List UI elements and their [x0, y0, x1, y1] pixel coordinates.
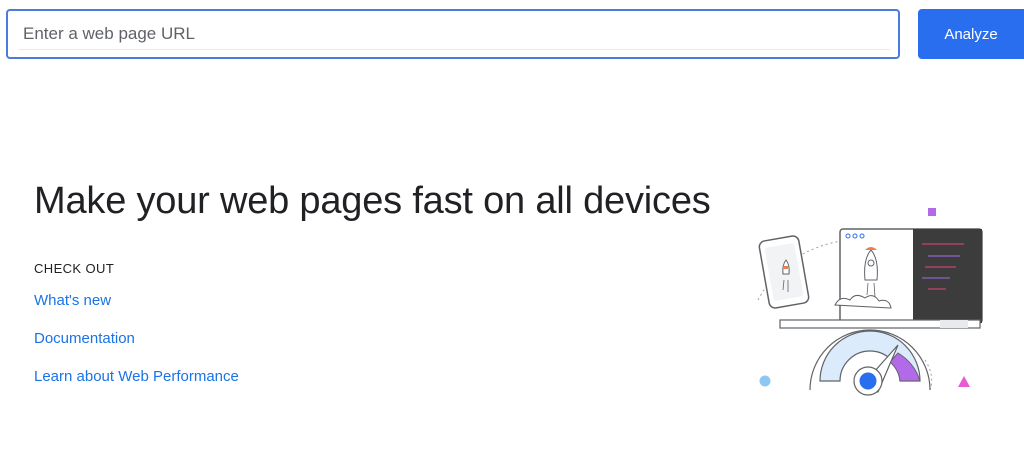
code-panel: [913, 229, 982, 323]
url-input-underline: [18, 49, 890, 50]
whats-new-link[interactable]: What's new: [34, 292, 111, 309]
analyze-button[interactable]: Analyze: [918, 9, 1024, 59]
page-title: Make your web pages fast on all devices: [34, 180, 711, 222]
phone-icon: [758, 235, 810, 309]
pink-triangle-shape: [958, 376, 970, 387]
purple-square-shape: [928, 208, 936, 216]
speed-gauge-icon: [809, 329, 931, 396]
url-input[interactable]: [6, 9, 900, 59]
laptop-icon: [779, 228, 983, 329]
speed-devices-illustration: [757, 208, 983, 396]
learn-web-performance-link[interactable]: Learn about Web Performance: [34, 368, 239, 385]
pagespeed-page: Analyze Make your web pages fast on all …: [0, 0, 1024, 450]
documentation-link[interactable]: Documentation: [34, 330, 135, 347]
blue-dot-shape: [759, 375, 771, 387]
check-out-heading: CHECK OUT: [34, 261, 115, 276]
